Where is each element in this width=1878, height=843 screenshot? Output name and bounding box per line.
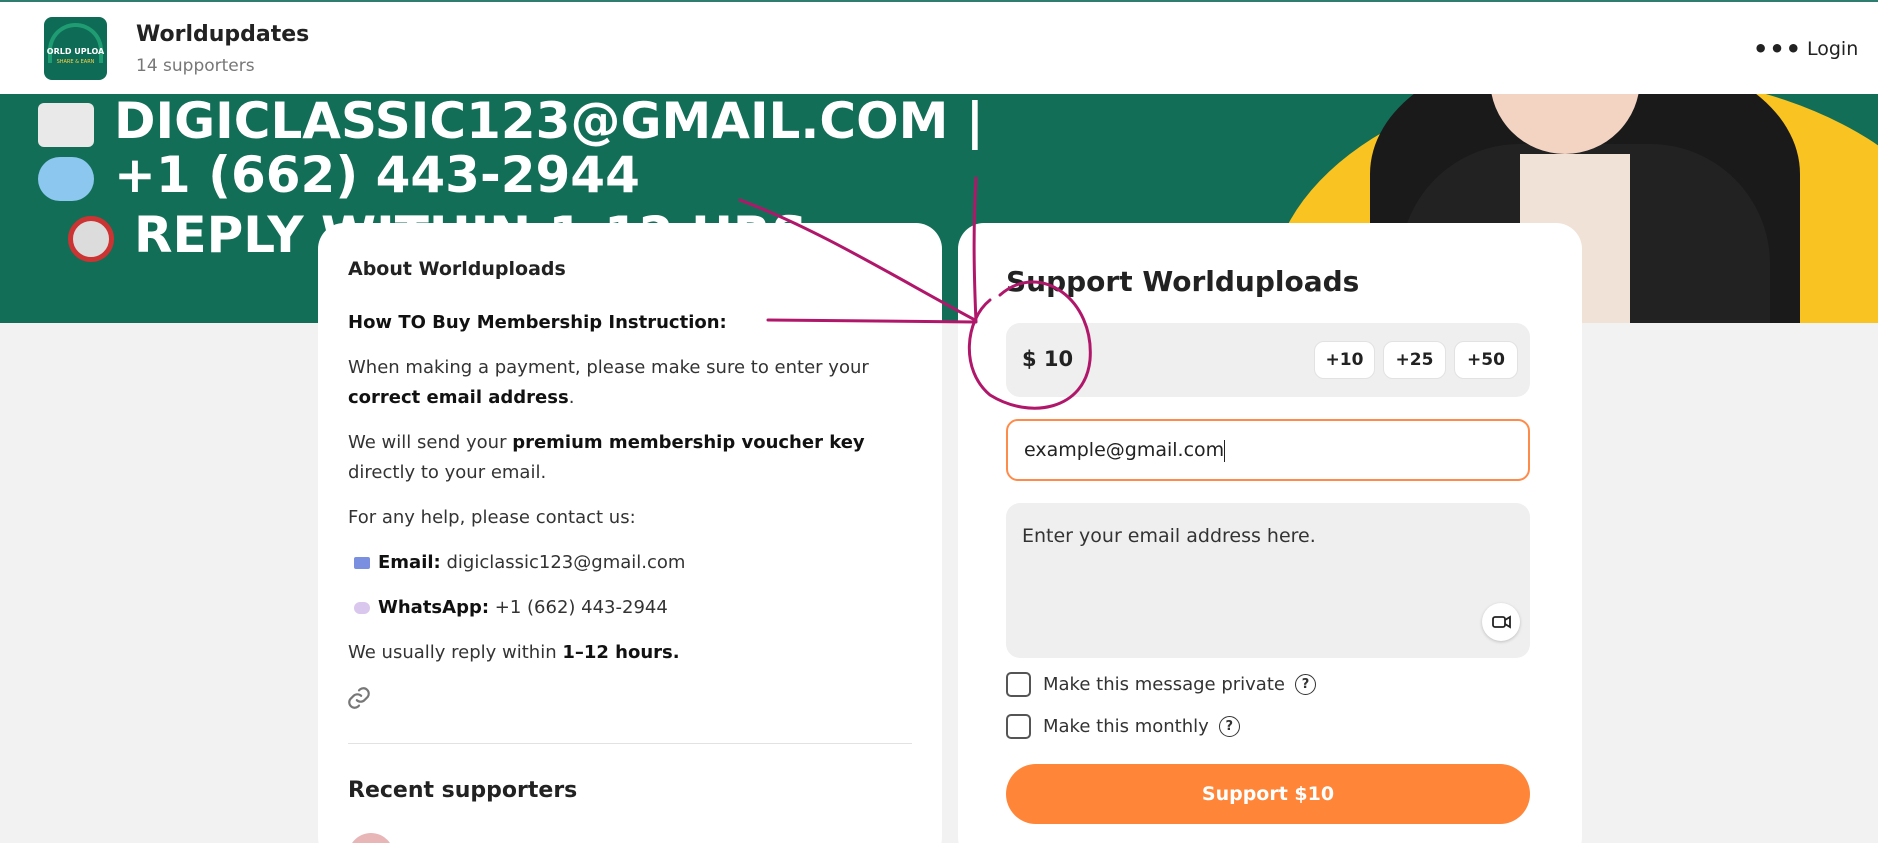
section-divider bbox=[348, 743, 912, 744]
monthly-option[interactable]: Make this monthly ? bbox=[1006, 713, 1240, 739]
instruction-heading: How TO Buy Membership Instruction: bbox=[348, 312, 727, 333]
payment-paragraph: When making a payment, please make sure … bbox=[348, 357, 869, 408]
speech-bubble-icon bbox=[38, 156, 94, 201]
top-bar: ORLD UPLOA SHARE & EARN Worldupdates 14 … bbox=[0, 0, 1878, 94]
logo-globe-icon bbox=[48, 23, 103, 63]
contact-paragraph: For any help, please contact us: bbox=[348, 507, 636, 528]
logo-subtext: SHARE & EARN bbox=[56, 59, 95, 65]
help-icon[interactable]: ? bbox=[1294, 673, 1316, 695]
avatar bbox=[348, 833, 394, 843]
support-card: Support Worlduploads $ 10 +10 +25 +50 ex… bbox=[958, 223, 1582, 843]
amount-field[interactable]: $ 10 +10 +25 +50 bbox=[1006, 323, 1530, 397]
login-link[interactable]: Login bbox=[1807, 38, 1858, 60]
creator-name[interactable]: Worldupdates bbox=[136, 22, 309, 47]
monthly-checkbox[interactable] bbox=[1006, 713, 1031, 739]
reply-time: We usually reply within 1–12 hours. bbox=[348, 642, 680, 663]
contact-email: Email: digiclassic123@gmail.com bbox=[348, 548, 918, 578]
stopwatch-icon bbox=[68, 215, 114, 262]
private-label: Make this message private bbox=[1043, 673, 1285, 695]
banner-email-line: DIGICLASSIC123@GMAIL.COM | bbox=[38, 94, 984, 150]
contact-whatsapp: WhatsApp: +1 (662) 443-2944 bbox=[348, 593, 918, 623]
add-50-button[interactable]: +50 bbox=[1454, 341, 1518, 379]
support-title: Support Worlduploads bbox=[1006, 265, 1360, 298]
envelope-icon bbox=[38, 102, 94, 147]
help-icon[interactable]: ? bbox=[1218, 715, 1240, 737]
mailbox-icon bbox=[354, 557, 370, 569]
email-field[interactable]: example@gmail.com bbox=[1006, 419, 1530, 481]
support-button[interactable]: Support $10 bbox=[1006, 764, 1530, 824]
speech-bubble-icon bbox=[354, 602, 370, 614]
logo-text: ORLD UPLOA bbox=[46, 47, 105, 56]
video-camera-icon[interactable] bbox=[1482, 603, 1520, 641]
private-message-option[interactable]: Make this message private ? bbox=[1006, 671, 1316, 697]
add-10-button[interactable]: +10 bbox=[1314, 341, 1375, 379]
amount-value: $ 10 bbox=[1022, 347, 1074, 371]
about-title: About Worlduploads bbox=[348, 258, 566, 280]
voucher-paragraph: We will send your premium membership vou… bbox=[348, 432, 865, 483]
more-options-icon[interactable]: ••• bbox=[1753, 35, 1802, 63]
text-caret bbox=[1224, 439, 1226, 462]
recent-supporters-title: Recent supporters bbox=[348, 778, 578, 803]
add-25-button[interactable]: +25 bbox=[1383, 341, 1446, 379]
creator-logo[interactable]: ORLD UPLOA SHARE & EARN bbox=[44, 17, 107, 80]
private-checkbox[interactable] bbox=[1006, 671, 1031, 697]
link-icon[interactable] bbox=[346, 685, 372, 711]
monthly-label: Make this monthly bbox=[1043, 715, 1209, 737]
supporter-count: 14 supporters bbox=[136, 56, 255, 76]
about-description: How TO Buy Membership Instruction: When … bbox=[348, 308, 918, 683]
banner-phone-line: +1 (662) 443-2944 bbox=[38, 146, 640, 204]
message-textarea[interactable]: Enter your email address here. bbox=[1006, 503, 1530, 658]
message-placeholder: Enter your email address here. bbox=[1022, 525, 1316, 547]
about-card: About Worlduploads How TO Buy Membership… bbox=[318, 223, 942, 843]
